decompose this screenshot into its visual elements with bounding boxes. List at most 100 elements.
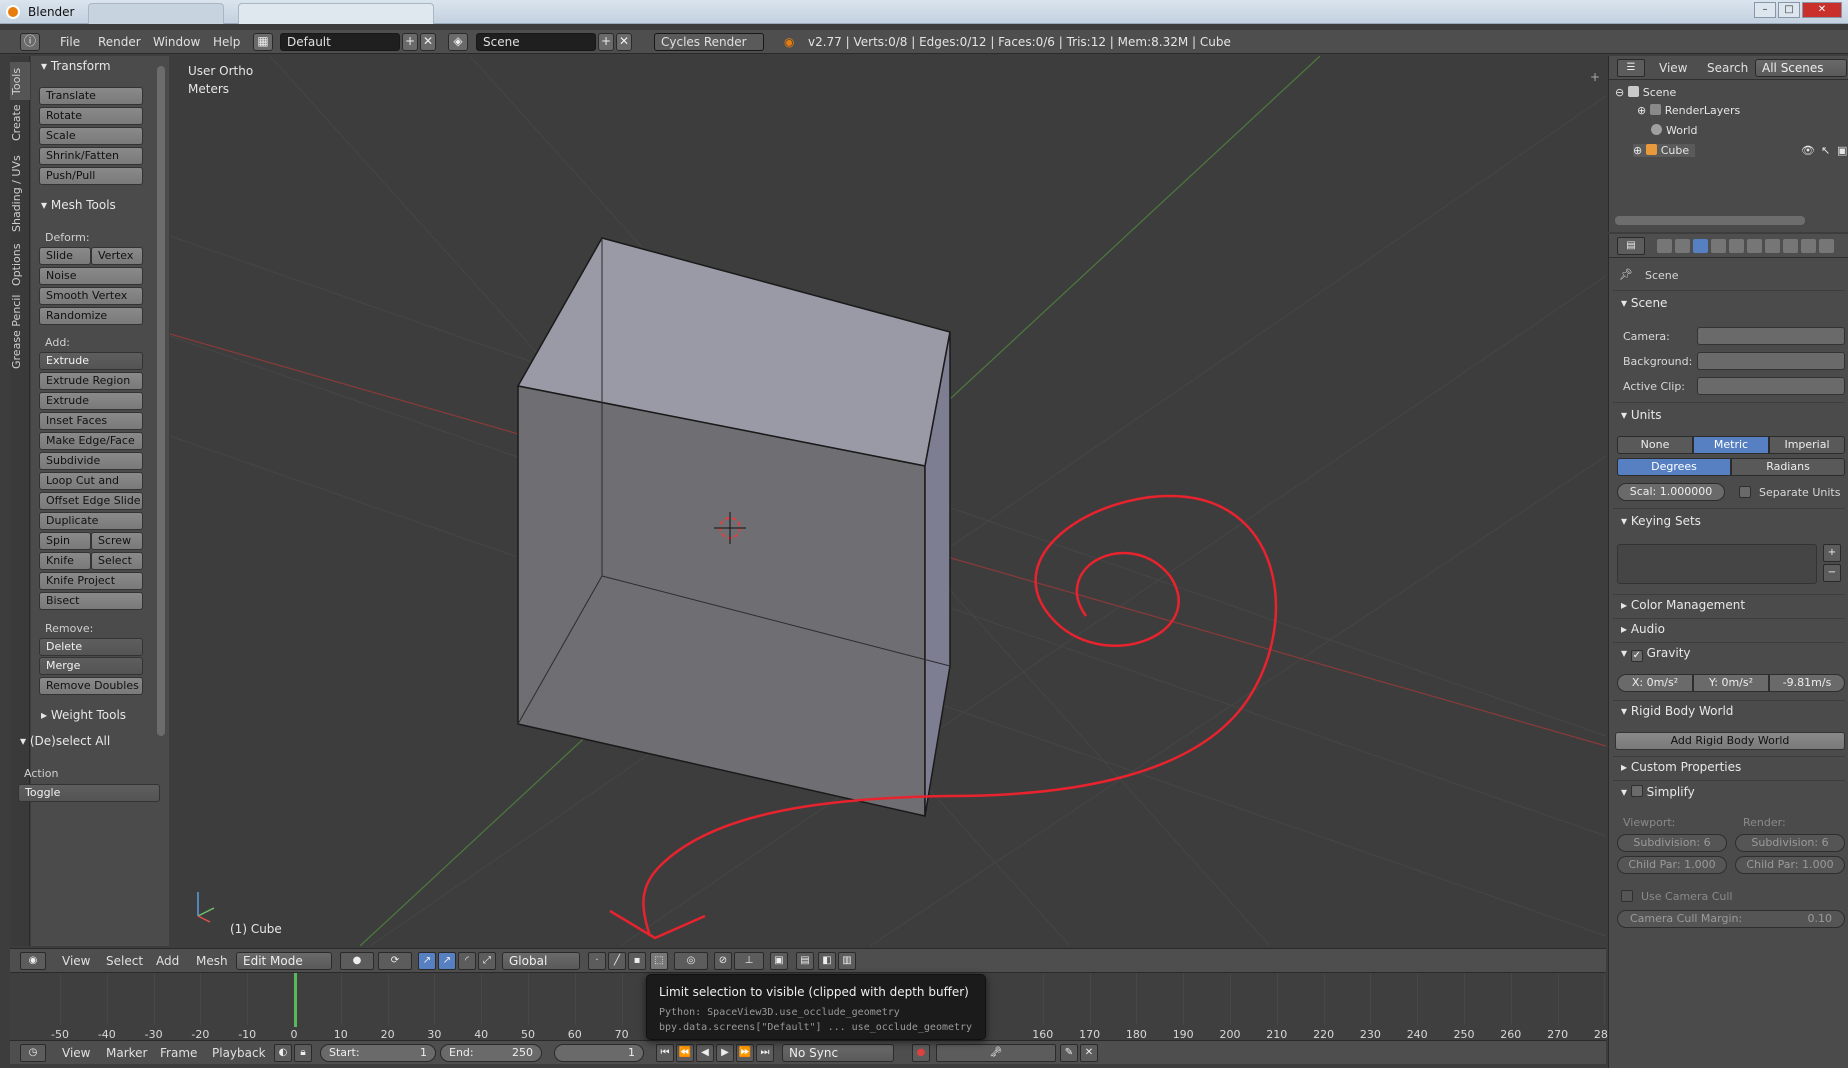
outliner-row-cube[interactable]: ⊕ Cube [1633,144,1696,157]
minimize-icon[interactable]: – [1754,2,1776,18]
remove-layout-icon[interactable]: ✕ [420,33,436,51]
unit-system-metric[interactable]: Metric [1693,436,1769,454]
limit-selection-to-visible-icon[interactable]: ⬚ [650,952,668,970]
selectability-cursor-icon[interactable]: ↖ [1821,144,1830,157]
remove-keying-set-icon[interactable]: − [1823,564,1841,582]
data-tab-icon[interactable] [1783,239,1798,253]
timeline-menu-marker[interactable]: Marker [106,1046,147,1060]
translate-manipulator-icon[interactable]: ↗ [438,952,456,970]
manipulator-toggle-icon[interactable]: ↗ [418,952,436,970]
object-tab-icon[interactable] [1729,239,1744,253]
remove-scene-icon[interactable]: ✕ [616,33,632,51]
tab-shading-uvs[interactable]: Shading / UVs [10,148,30,240]
scene-icon[interactable]: ◈ [448,33,468,51]
play-icon[interactable]: ▶ [716,1044,734,1062]
menu-select[interactable]: Select [106,954,143,968]
menu-view[interactable]: View [62,954,90,968]
sync-mode-dropdown[interactable]: No Sync [782,1044,894,1062]
translate-button[interactable]: Translate [39,87,143,105]
custom-properties-panel-header[interactable]: ▸ Custom Properties [1621,760,1741,774]
tab-grease-pencil[interactable]: Grease Pencil [10,290,30,374]
action-dropdown[interactable]: Toggle [18,784,160,802]
world-tab-icon[interactable] [1711,239,1726,253]
loop-cut-and-slide-button[interactable]: Loop Cut and Slide [39,472,143,503]
camera-view-icon[interactable]: ◧ [818,952,836,970]
add-scene-icon[interactable]: + [598,33,614,51]
renderability-camera-icon[interactable]: ▣ [1837,144,1847,157]
duplicate-button[interactable]: Duplicate [39,512,143,530]
tab-tools[interactable]: Tools [10,62,30,100]
viewport-subdivision-field[interactable]: Subdivision: 6 [1617,834,1727,852]
knife-select-button[interactable]: Select [91,552,143,570]
record-icon[interactable]: ● [912,1044,930,1062]
randomize-button[interactable]: Randomize [39,307,143,325]
audio-panel-header[interactable]: ▸ Audio [1621,622,1665,636]
spin-button[interactable]: Spin [39,532,91,550]
delete-dropdown[interactable]: Delete [39,638,143,656]
color-management-panel-header[interactable]: ▸ Color Management [1621,598,1745,612]
scale-button[interactable]: Scale [39,127,143,145]
unit-system-imperial[interactable]: Imperial [1769,436,1845,454]
scene-panel-header[interactable]: ▾ Scene [1621,296,1667,310]
editor-type-outliner-icon[interactable]: ☰ [1617,59,1645,77]
mesh-tools-panel-header[interactable]: ▾ Mesh Tools [41,198,116,212]
outliner-row-scene[interactable]: ⊖ Scene [1615,86,1676,99]
push-pull-button[interactable]: Push/Pull [39,167,143,185]
insert-keyframe-icon[interactable]: ✎ [1060,1044,1078,1062]
knife-button[interactable]: Knife [39,552,91,570]
visibility-eye-icon[interactable]: 👁︎ [1801,144,1815,157]
gravity-y-field[interactable]: Y: 0m/s² [1693,674,1769,692]
smooth-vertex-button[interactable]: Smooth Vertex [39,287,143,305]
rigid-body-world-panel-header[interactable]: ▾ Rigid Body World [1621,704,1733,718]
render-tab-icon[interactable] [1657,239,1672,253]
add-keying-set-icon[interactable]: + [1823,544,1841,562]
outliner-row-renderlayers[interactable]: ⊕ RenderLayers [1637,104,1740,117]
separate-units-checkbox[interactable] [1739,486,1751,498]
mode-dropdown[interactable]: Edit Mode [236,952,332,970]
camera-field[interactable] [1697,327,1845,345]
gravity-checkbox[interactable]: ✓ [1630,650,1643,662]
active-clip-field[interactable] [1697,377,1845,395]
menu-add[interactable]: Add [156,954,179,968]
weight-tools-panel-header[interactable]: ▸ Weight Tools [41,708,126,722]
remove-doubles-button[interactable]: Remove Doubles [39,677,143,695]
extrude-individual-button[interactable]: Extrude Individual [39,392,143,423]
outliner-row-world[interactable]: World [1651,124,1698,137]
close-icon[interactable]: ✕ [1802,2,1842,18]
snap-element-dropdown[interactable]: ⊥ [734,952,764,970]
extrude-dropdown[interactable]: Extrude [39,352,143,370]
jump-to-end-icon[interactable]: ⏭ [756,1044,774,1062]
material-tab-icon[interactable] [1801,239,1816,253]
tab-create[interactable]: Create [10,102,30,144]
browser-tab-1[interactable] [88,3,224,24]
timeline-menu-frame[interactable]: Frame [160,1046,197,1060]
modifiers-tab-icon[interactable] [1765,239,1780,253]
gravity-panel-header[interactable]: ▾ ✓ Gravity [1621,646,1691,662]
tool-shelf-scrollbar[interactable] [157,66,165,736]
snap-toggle-icon[interactable]: ⊘ [714,952,732,970]
edge-select-icon[interactable]: ╱ [608,952,626,970]
outliner-display-mode-dropdown[interactable]: All Scenes [1755,59,1847,77]
inset-faces-button[interactable]: Inset Faces [39,412,143,430]
keying-sets-panel-header[interactable]: ▾ Keying Sets [1621,514,1701,528]
shrink-fatten-button[interactable]: Shrink/Fatten [39,147,143,165]
subdivide-button[interactable]: Subdivide [39,452,143,470]
vertex-slide-button[interactable]: Vertex [91,247,143,265]
screw-button[interactable]: Screw [91,532,143,550]
rotate-manipulator-icon[interactable]: ◜ [458,952,476,970]
make-edge-face-button[interactable]: Make Edge/Face [39,432,143,450]
simplify-checkbox[interactable] [1630,785,1643,797]
gravity-x-field[interactable]: X: 0m/s² [1617,674,1693,692]
viewport-add-region-icon[interactable]: + [1590,70,1600,84]
extrude-region-button[interactable]: Extrude Region [39,372,143,390]
camera-cull-margin-field[interactable]: Camera Cull Margin: 0.10 [1617,910,1845,928]
render-engine-dropdown[interactable]: Cycles Render [654,33,764,51]
units-panel-header[interactable]: ▾ Units [1621,408,1662,422]
jump-to-keyframe-back-icon[interactable]: ⏪ [676,1044,694,1062]
timeline-playhead[interactable] [294,973,297,1027]
render-opengl-icon[interactable]: ▣ [770,952,788,970]
play-reverse-icon[interactable]: ◀ [696,1044,714,1062]
bisect-button[interactable]: Bisect [39,592,143,610]
delete-keyframe-icon[interactable]: ✕ [1080,1044,1098,1062]
knife-project-button[interactable]: Knife Project [39,572,143,590]
